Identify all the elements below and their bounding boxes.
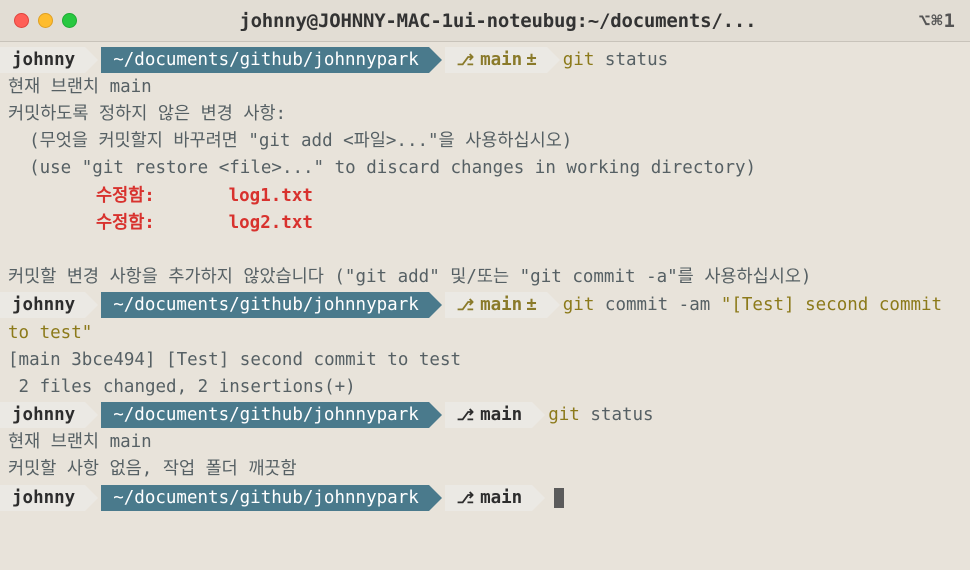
output-line: 현재 브랜치 main	[0, 429, 970, 456]
modified-label: 수정함:	[96, 213, 155, 233]
prompt-path: ~/documents/github/johnnypark	[113, 291, 419, 319]
prompt-branch: main	[480, 50, 522, 70]
prompt-path-segment: ~/documents/github/johnnypark	[101, 292, 429, 318]
prompt-user: johnny	[12, 46, 75, 74]
prompt-branch: main	[480, 295, 522, 315]
prompt-user-segment: johnny	[0, 485, 85, 511]
command-git: git	[563, 295, 595, 315]
prompt-line: johnny ~/documents/github/johnnypark ⎇main…	[0, 401, 970, 429]
prompt-branch-segment: ⎇ main±	[445, 292, 547, 318]
output-line: 수정함: log2.txt	[0, 210, 970, 237]
git-branch-icon: ⎇	[457, 401, 474, 429]
prompt-path: ~/documents/github/johnnypark	[113, 46, 419, 74]
traffic-lights	[14, 13, 77, 28]
prompt-user: johnny	[12, 484, 75, 512]
command-args: commit -am	[605, 295, 710, 315]
command-git: git	[548, 405, 580, 425]
git-branch-icon: ⎇	[457, 51, 474, 69]
output-line: 커밋할 사항 없음, 작업 폴더 깨끗함	[0, 456, 970, 483]
command-git: git	[563, 50, 595, 70]
prompt-path-segment: ~/documents/github/johnnypark	[101, 47, 429, 73]
prompt-user-segment: johnny	[0, 402, 85, 428]
prompt-branch-segment: ⎇main	[445, 402, 532, 428]
maximize-icon[interactable]	[62, 13, 77, 28]
output-line: 2 files changed, 2 insertions(+)	[0, 374, 970, 401]
terminal-output[interactable]: johnny~/documents/github/johnnypark⎇main…	[0, 42, 970, 512]
window-title: johnny@JOHNNY-MAC-1ui-noteubug:~/documen…	[86, 10, 910, 32]
blank-line	[0, 237, 970, 264]
git-branch-icon: ⎇	[457, 484, 474, 512]
prompt-user-segment: johnny	[0, 47, 85, 73]
output-line: (use "git restore <file>..." to discard …	[0, 155, 970, 182]
output-line: 수정함: log1.txt	[0, 183, 970, 210]
prompt-path-segment: ~/documents/github/johnnypark	[101, 485, 429, 511]
modified-file: log1.txt	[229, 186, 313, 206]
minimize-icon[interactable]	[38, 13, 53, 28]
output-line: (무엇을 커밋할지 바꾸려면 "git add <파일>..."을 사용하십시오…	[0, 128, 970, 155]
prompt-branch: main	[480, 401, 522, 429]
prompt-branch: main	[480, 484, 522, 512]
dirty-marker: ±	[526, 295, 537, 315]
prompt-user: johnny	[12, 291, 75, 319]
prompt-path: ~/documents/github/johnnypark	[113, 484, 419, 512]
prompt-path-segment: ~/documents/github/johnnypark	[101, 402, 429, 428]
output-line: [main 3bce494] [Test] second commit to t…	[0, 347, 970, 374]
prompt-branch-segment: ⎇main	[445, 485, 532, 511]
window-titlebar: johnny@JOHNNY-MAC-1ui-noteubug:~/documen…	[0, 0, 970, 42]
prompt-line: johnny ~/documents/github/johnnypark ⎇ main…	[0, 46, 970, 74]
modified-file: log2.txt	[229, 213, 313, 233]
git-branch-icon: ⎇	[457, 296, 474, 314]
output-line: 커밋할 변경 사항을 추가하지 않았습니다 ("git add" 및/또는 "g…	[0, 264, 970, 291]
command-args: status	[605, 50, 668, 70]
close-icon[interactable]	[14, 13, 29, 28]
window-shortcut: ⌥⌘1	[919, 10, 956, 32]
prompt-path: ~/documents/github/johnnypark	[113, 401, 419, 429]
prompt-line: johnny ~/documents/github/johnnypark ⎇ main…	[0, 291, 970, 347]
output-line: 현재 브랜치 main	[0, 74, 970, 101]
prompt-user-segment: johnny	[0, 292, 85, 318]
prompt-line-current[interactable]: johnny ~/documents/github/johnnypark ⎇main	[0, 484, 970, 512]
dirty-marker: ±	[526, 50, 537, 70]
command-args: status	[590, 405, 653, 425]
output-line: 커밋하도록 정하지 않은 변경 사항:	[0, 101, 970, 128]
cursor-icon	[554, 488, 564, 508]
prompt-branch-segment: ⎇ main±	[445, 47, 547, 73]
modified-label: 수정함:	[96, 186, 155, 206]
prompt-user: johnny	[12, 401, 75, 429]
